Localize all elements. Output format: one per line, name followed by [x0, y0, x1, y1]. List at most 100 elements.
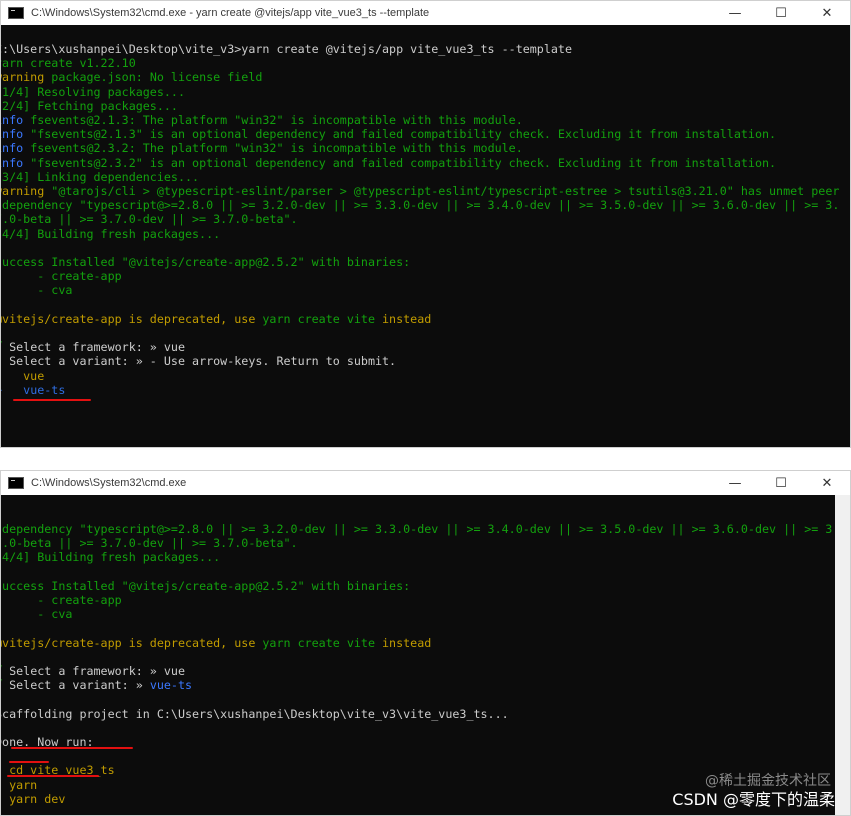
terminal-line: ? Select a variant: » - Use arrow-keys. … [1, 354, 396, 368]
terminal-line: > vue-ts [1, 383, 65, 397]
title-bar[interactable]: C:\Windows\System32\cmd.exe - yarn creat… [1, 1, 850, 25]
terminal-text: yarn dev [1, 791, 66, 806]
title-bar[interactable]: C:\Windows\System32\cmd.exe — ☐ ✕ [1, 471, 850, 495]
terminal-line: [3/4] Linking dependencies... [1, 170, 199, 184]
terminal-line: [4/4] Building fresh packages... [1, 550, 220, 564]
terminal-text: fsevents@2.1.3: The platform "win32" is … [23, 113, 523, 127]
terminal-text: @vitejs/create-app is deprecated, use [1, 635, 263, 650]
maximize-icon[interactable]: ☐ [758, 471, 804, 495]
terminal-text: Installed "@vitejs/create-app@2.5.2" wit… [44, 578, 411, 593]
terminal-line: √ Select a framework: » vue [1, 664, 185, 678]
terminal-text: "fsevents@2.1.3" is an optional dependen… [23, 127, 777, 142]
terminal-text: √ [1, 664, 9, 678]
terminal-text: info [1, 127, 24, 142]
terminal-text: √ [1, 678, 9, 692]
terminal-line: [2/4] Fetching packages... [1, 99, 178, 113]
cd-command-underline [11, 747, 133, 749]
terminal-text: [3/4] Linking dependencies... [1, 169, 200, 184]
terminal-line: info fsevents@2.3.2: The platform "win32… [1, 141, 523, 155]
terminal-text: package.json: No license field [44, 70, 263, 85]
terminal-text: info [1, 155, 24, 170]
terminal-text: Select a variant: » [9, 678, 150, 693]
terminal-text: info [1, 113, 24, 127]
terminal-line: [4/4] Building fresh packages... [1, 227, 220, 241]
terminal-text: warning [1, 184, 45, 198]
terminal-line: yarn create v1.22.10 [1, 56, 136, 70]
terminal-line: - create-app [1, 269, 122, 284]
terminal-text: [4/4] Building fresh packages... [1, 550, 221, 565]
terminal-window-1: C:\Windows\System32\cmd.exe - yarn creat… [0, 0, 851, 448]
terminal-text: - cva [1, 283, 73, 298]
terminal-line: info "fsevents@2.3.2" is an optional dep… [1, 156, 776, 170]
terminal-text: vue [23, 368, 45, 383]
cmd-app-icon [8, 477, 24, 489]
close-icon[interactable]: ✕ [804, 471, 850, 495]
terminal-line: @vitejs/create-app is deprecated, use ya… [1, 312, 431, 326]
terminal-text: yarn create vite [262, 635, 375, 650]
terminal-text: info [1, 141, 24, 156]
terminal-text: √ [1, 340, 9, 354]
terminal-line: - create-app [1, 593, 122, 607]
terminal-text: C:\Users\xushanpei\Desktop\vite_v3>yarn … [1, 42, 572, 56]
terminal-text: Scaffolding project in C:\Users\xushanpe… [1, 706, 509, 721]
yarn-command-underline [9, 761, 49, 763]
terminal-text: fsevents@2.3.2: The platform "win32" is … [23, 141, 523, 156]
terminal-text: success [1, 578, 45, 593]
terminal-text: success [1, 255, 45, 269]
minimize-icon[interactable]: — [712, 471, 758, 495]
terminal-text: Select a framework: » vue [9, 664, 185, 678]
yarn-dev-command-underline [7, 775, 99, 777]
terminal-line: vue [1, 369, 44, 383]
terminal-line: dependency "typescript@>=2.8.0 || >= 3.2… [1, 198, 839, 212]
terminal-line: - cva [1, 283, 72, 297]
terminal-line: √ Select a variant: » vue-ts [1, 678, 192, 692]
terminal-line: - cva [1, 607, 72, 621]
terminal-line: 7.0-beta || >= 3.7.0-dev || >= 3.7.0-bet… [1, 212, 298, 226]
maximize-icon[interactable]: ☐ [758, 1, 804, 25]
minimize-icon[interactable]: — [712, 1, 758, 25]
terminal-text: vue-ts [23, 382, 66, 397]
terminal-text: yarn [9, 777, 38, 792]
terminal-text: - create-app [1, 593, 122, 607]
terminal-text: [2/4] Fetching packages... [1, 98, 178, 113]
terminal-text: "fsevents@2.3.2" is an optional dependen… [23, 155, 777, 170]
close-icon[interactable]: ✕ [804, 1, 850, 25]
terminal-line: warning "@tarojs/cli > @typescript-eslin… [1, 184, 839, 198]
terminal-text: [4/4] Building fresh packages... [1, 226, 221, 241]
terminal-line: success Installed "@vitejs/create-app@2.… [1, 579, 410, 593]
terminal-text: instead [374, 311, 432, 326]
terminal-line: info fsevents@2.1.3: The platform "win32… [1, 113, 523, 127]
terminal-text: instead [374, 635, 432, 650]
terminal-line: success Installed "@vitejs/create-app@2.… [1, 255, 410, 269]
window-title: C:\Windows\System32\cmd.exe [31, 477, 187, 489]
terminal-line: 7.0-beta || >= 3.7.0-dev || >= 3.7.0-bet… [1, 536, 298, 550]
terminal-text: yarn create v1.22.10 [1, 56, 136, 71]
watermark-csdn: CSDN @零度下的温柔 [672, 790, 835, 809]
terminal-line: Scaffolding project in C:\Users\xushanpe… [1, 707, 509, 721]
terminal-text: - cva [1, 607, 73, 622]
terminal-text: - create-app [1, 269, 122, 284]
cmd-app-icon [8, 7, 24, 19]
terminal-text: dependency "typescript@>=2.8.0 || >= 3.2… [1, 198, 840, 213]
terminal-text: > [1, 383, 23, 397]
terminal-line: yarn [1, 778, 37, 792]
terminal-output[interactable]: C:\Users\xushanpei\Desktop\vite_v3>yarn … [1, 25, 850, 447]
terminal-text: @vitejs/create-app is deprecated, use [1, 311, 263, 326]
vertical-scrollbar[interactable] [835, 495, 850, 815]
terminal-text: warning [1, 70, 45, 85]
terminal-text: ? [1, 354, 9, 368]
terminal-line: [1/4] Resolving packages... [1, 85, 185, 99]
terminal-output[interactable]: dependency "typescript@>=2.8.0 || >= 3.2… [1, 495, 850, 815]
terminal-text: 7.0-beta || >= 3.7.0-dev || >= 3.7.0-bet… [1, 212, 298, 227]
terminal-text: dependency "typescript@>=2.8.0 || >= 3.2… [1, 522, 840, 536]
selection-underline [13, 399, 91, 401]
terminal-text: yarn create vite [262, 311, 375, 326]
terminal-line: @vitejs/create-app is deprecated, use ya… [1, 636, 431, 650]
terminal-text: "@tarojs/cli > @typescript-eslint/parser… [44, 184, 840, 198]
terminal-line: yarn dev [1, 792, 65, 806]
terminal-line: warning package.json: No license field [1, 70, 262, 84]
terminal-text: vue-ts [149, 678, 193, 693]
terminal-line: dependency "typescript@>=2.8.0 || >= 3.2… [1, 522, 839, 536]
terminal-window-2: C:\Windows\System32\cmd.exe — ☐ ✕ depend… [0, 470, 851, 816]
terminal-line: √ Select a framework: » vue [1, 340, 185, 354]
